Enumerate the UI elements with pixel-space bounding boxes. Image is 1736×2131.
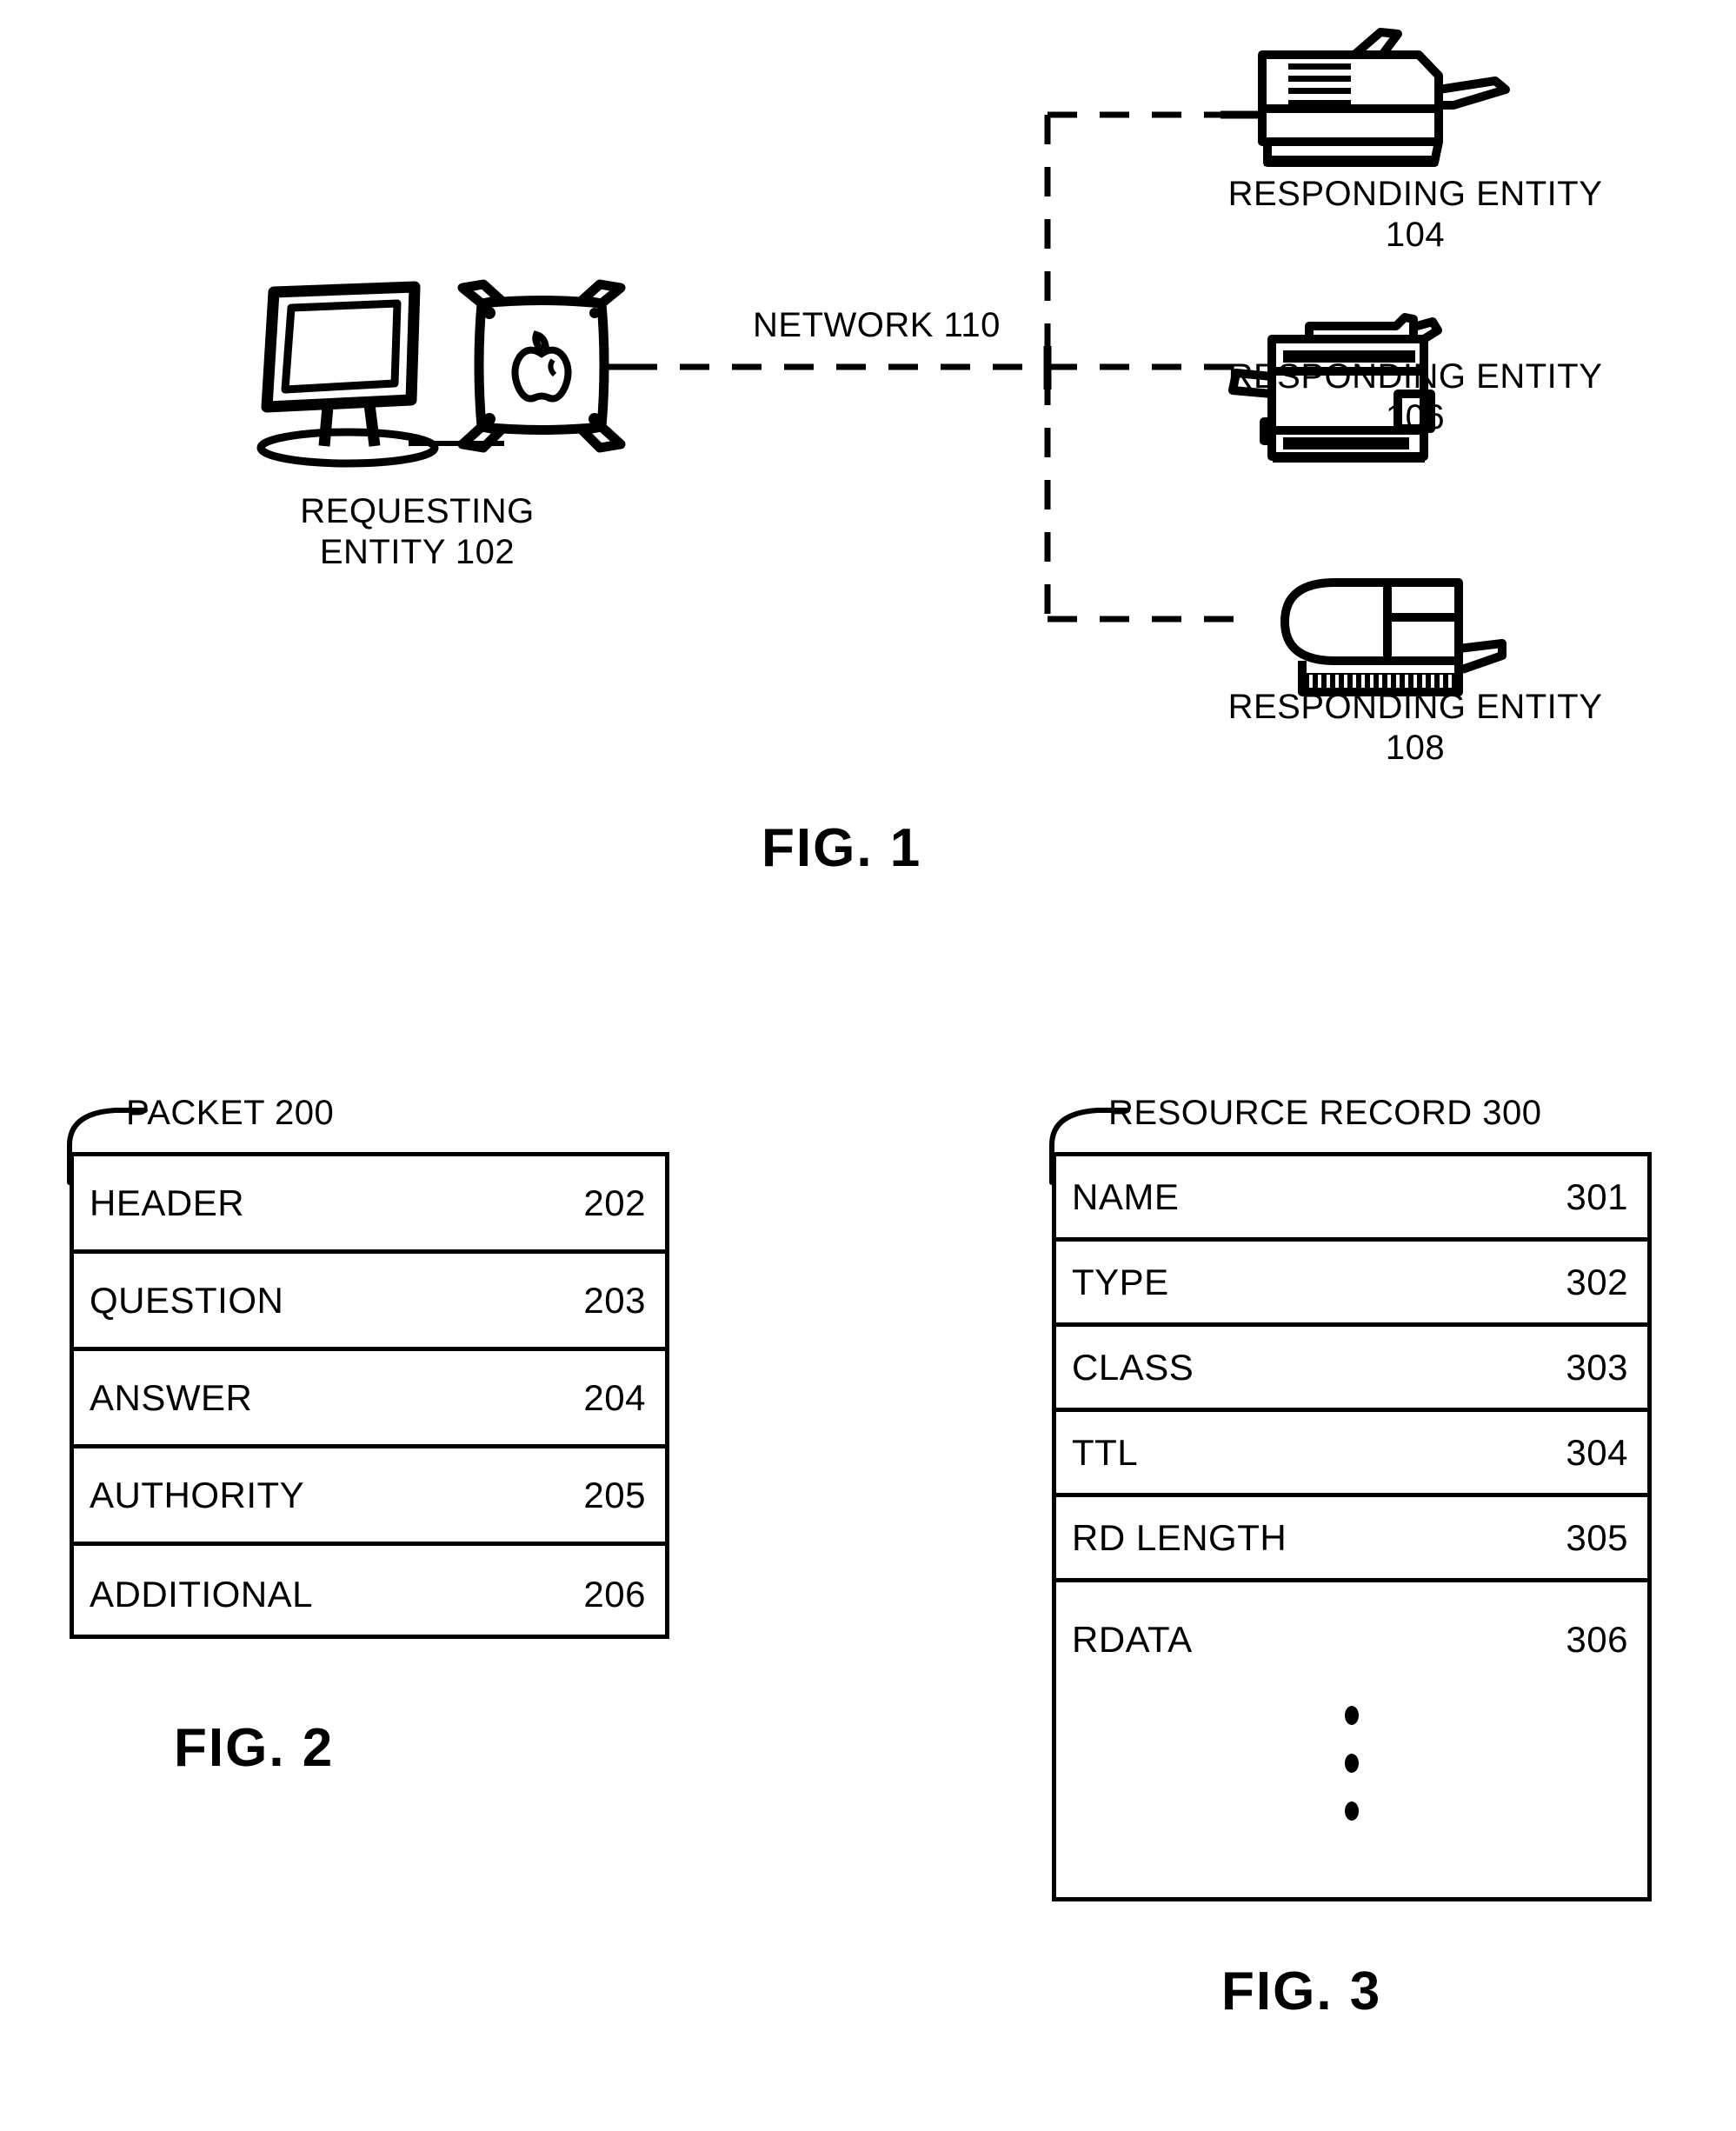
- record-row-name: NAME: [1072, 1175, 1180, 1217]
- table-row: HEADER 202: [74, 1156, 665, 1254]
- figure-3-caption: FIG. 3: [1221, 1961, 1382, 2021]
- table-row: NAME 301: [1056, 1156, 1647, 1242]
- figure-2: PACKET 200 HEADER 202 QUESTION 203 ANSWE…: [0, 1069, 782, 1895]
- record-row-name: RD LENGTH: [1072, 1516, 1287, 1558]
- packet-row-name: AUTHORITY: [90, 1474, 305, 1515]
- responding-entity-104-line1: RESPONDING ENTITY: [1227, 175, 1603, 213]
- packet-row-number: 206: [583, 1574, 646, 1615]
- patent-figure-sheet: NETWORK 110 REQUESTING ENTITY 102 RESPON…: [0, 0, 1736, 2131]
- requesting-entity-line1: REQUESTING: [300, 492, 535, 530]
- packet-row-number: 203: [583, 1279, 646, 1321]
- table-row: TYPE 302: [1056, 1242, 1647, 1327]
- packet-row-number: 204: [583, 1376, 646, 1418]
- table-row: QUESTION 203: [74, 1254, 665, 1351]
- table-row: RD LENGTH 305: [1056, 1497, 1647, 1582]
- responding-entity-104-line2: 104: [1385, 216, 1446, 255]
- figure-3: RESOURCE RECORD 300 NAME 301 TYPE 302 CL…: [982, 1069, 1736, 2095]
- record-row-number: 304: [1566, 1431, 1628, 1473]
- packet-row-name: ADDITIONAL: [90, 1574, 314, 1615]
- responding-entity-106-line2: 106: [1385, 398, 1446, 437]
- laser-printer-icon: [1258, 28, 1510, 167]
- packet-title: PACKET 200: [126, 1094, 335, 1132]
- record-row-number: 306: [1566, 1619, 1628, 1660]
- resource-record-title: RESOURCE RECORD 300: [1108, 1094, 1542, 1132]
- vertical-ellipsis-icon: [1345, 1706, 1359, 1821]
- record-row-number: 301: [1566, 1175, 1628, 1217]
- figure-1-caption: FIG. 1: [762, 818, 922, 878]
- responding-entity-106-line1: RESPONDING ENTITY: [1227, 357, 1603, 396]
- resource-record-table: NAME 301 TYPE 302 CLASS 303 TTL 304 RD L…: [1052, 1152, 1652, 1901]
- packet-row-name: HEADER: [90, 1182, 245, 1223]
- responding-entity-108-label: RESPONDING ENTITY 108: [1172, 687, 1659, 769]
- responding-entity-106-label: RESPONDING ENTITY 106: [1172, 356, 1659, 438]
- record-row-name: TTL: [1072, 1431, 1139, 1473]
- packet-row-number: 205: [583, 1474, 646, 1515]
- figure-2-caption: FIG. 2: [174, 1718, 335, 1778]
- table-row: RDATA 306: [1056, 1582, 1647, 1897]
- record-row-number: 302: [1566, 1261, 1628, 1302]
- record-row-name: TYPE: [1072, 1261, 1169, 1302]
- table-row: ADDITIONAL 206: [74, 1546, 665, 1643]
- record-row-name: CLASS: [1072, 1346, 1194, 1388]
- requesting-entity-line2: ENTITY 102: [319, 533, 515, 572]
- requesting-entity-label: REQUESTING ENTITY 102: [235, 491, 600, 573]
- network-label: NETWORK 110: [753, 306, 1001, 344]
- packet-row-number: 202: [583, 1182, 646, 1223]
- record-row-name: RDATA: [1072, 1619, 1193, 1660]
- table-row: ANSWER 204: [74, 1351, 665, 1448]
- figure-1: NETWORK 110 REQUESTING ENTITY 102 RESPON…: [0, 0, 1736, 956]
- apple-tower-icon: [457, 279, 626, 453]
- responding-entity-108-line1: RESPONDING ENTITY: [1227, 688, 1603, 726]
- table-row: CLASS 303: [1056, 1327, 1647, 1412]
- table-row: AUTHORITY 205: [74, 1448, 665, 1546]
- packet-table: HEADER 202 QUESTION 203 ANSWER 204 AUTHO…: [70, 1152, 669, 1639]
- packet-row-name: QUESTION: [90, 1279, 284, 1321]
- record-row-number: 305: [1566, 1516, 1628, 1558]
- responding-entity-108-line2: 108: [1385, 729, 1446, 768]
- responding-entity-104-label: RESPONDING ENTITY 104: [1172, 174, 1659, 256]
- record-row-number: 303: [1566, 1346, 1628, 1388]
- packet-row-name: ANSWER: [90, 1376, 253, 1418]
- table-row: TTL 304: [1056, 1412, 1647, 1497]
